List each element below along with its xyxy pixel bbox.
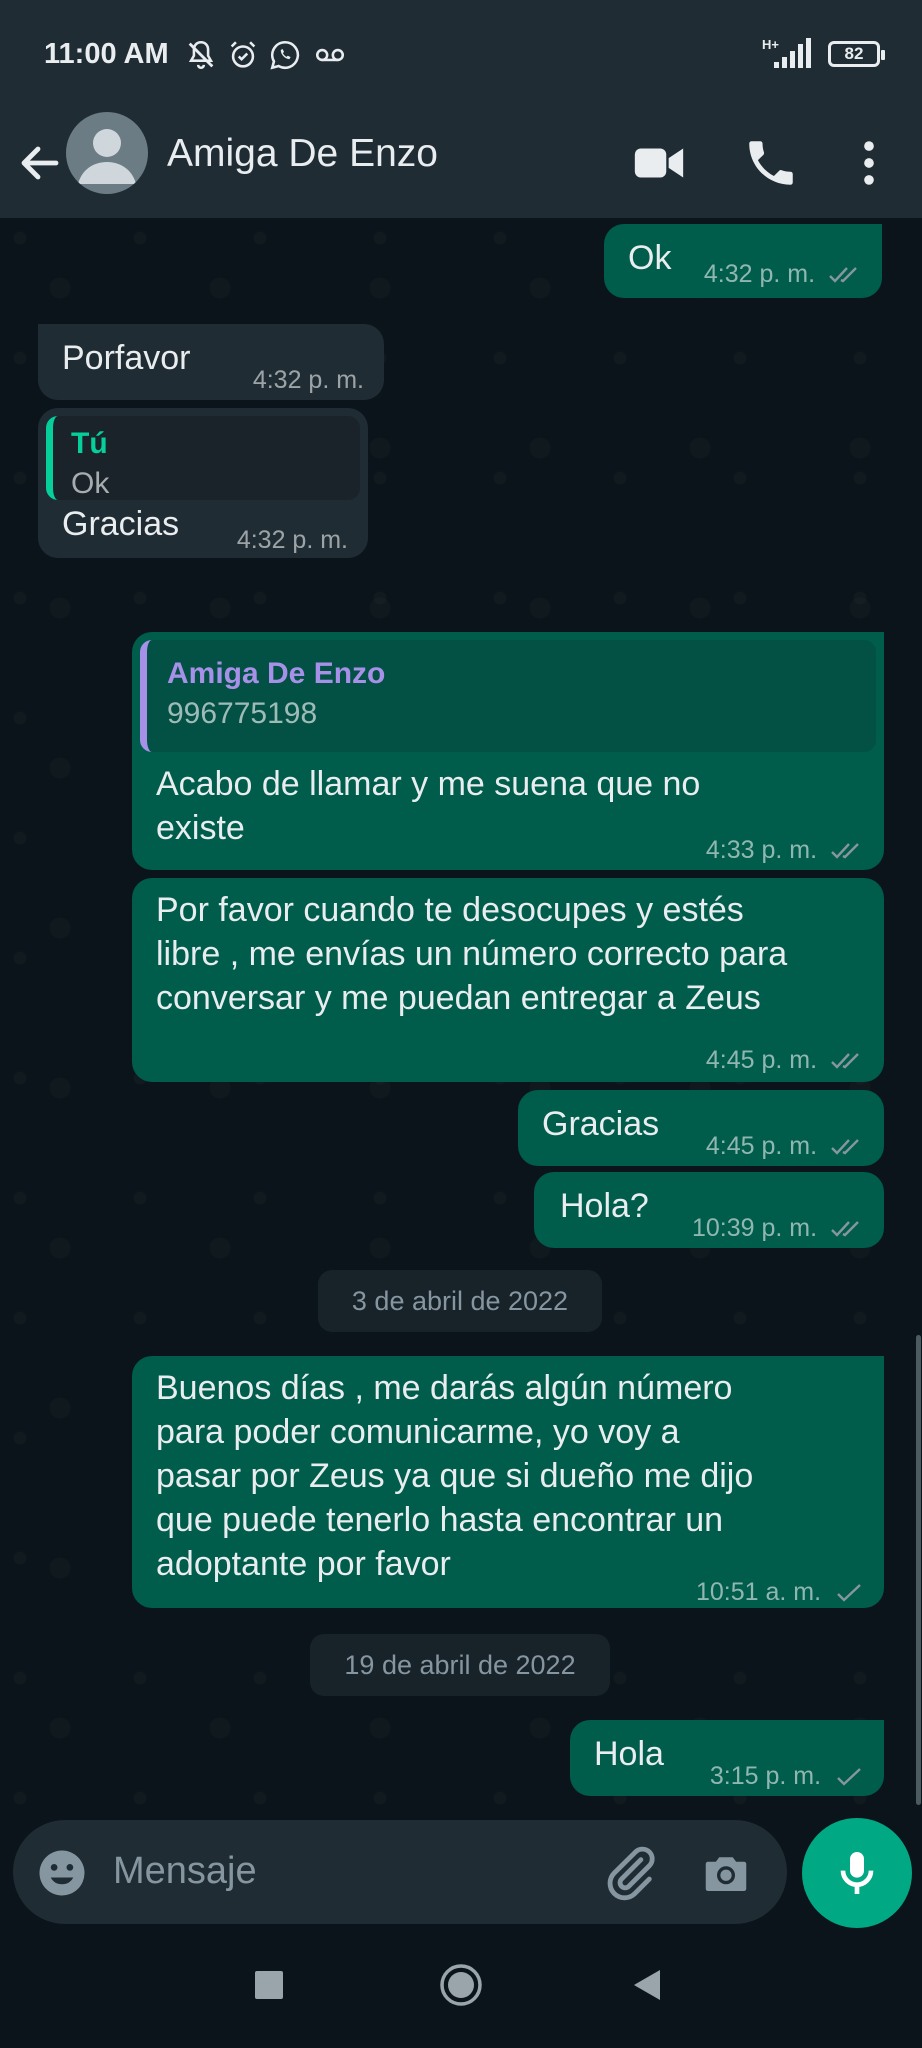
network-label: H+ — [762, 37, 779, 52]
message-input[interactable]: Mensaje — [113, 1850, 257, 1893]
message-outgoing[interactable]: Gracias 4:45 p. m. — [518, 1090, 884, 1166]
system-navigation-bar — [0, 1940, 922, 2048]
message-text: Buenos días , me darás algún número para… — [156, 1366, 753, 1586]
read-ticks-icon — [831, 1139, 859, 1156]
chat-area[interactable]: Ok 4:32 p. m. Porfavor 4:32 p. m. Tú Ok … — [0, 218, 922, 1818]
message-line: libre , me envías un número correcto par… — [156, 935, 788, 973]
quoted-message[interactable]: Amiga De Enzo 996775198 — [140, 640, 876, 752]
message-text: Hola? — [560, 1187, 649, 1225]
message-line: que puede tenerlo hasta encontrar un — [156, 1501, 724, 1539]
message-composer[interactable]: Mensaje — [13, 1820, 787, 1924]
battery-icon: 82 — [828, 41, 885, 67]
message-outgoing[interactable]: Hola 3:15 p. m. — [570, 1720, 884, 1796]
message-meta: 4:32 p. m. — [704, 252, 862, 296]
message-text: Hola — [594, 1735, 664, 1773]
back-triangle-icon[interactable] — [630, 1968, 664, 2002]
message-meta: 10:51 a. m. — [696, 1570, 864, 1614]
message-line: para poder comunicarme, yo voy a — [156, 1413, 680, 1451]
signal-icon: H+ — [762, 36, 812, 75]
chat-header: Amiga De Enzo — [0, 110, 922, 218]
message-outgoing[interactable]: Buenos días , me darás algún número para… — [132, 1356, 884, 1608]
message-time: 4:32 p. m. — [236, 526, 348, 554]
chat-scrollbar[interactable] — [916, 1335, 921, 1805]
message-outgoing[interactable]: Por favor cuando te desocupes y estés li… — [132, 878, 884, 1082]
quote-author: Amiga De Enzo — [167, 657, 386, 690]
avatar[interactable] — [66, 112, 148, 194]
attach-icon[interactable] — [601, 1844, 659, 1902]
message-time: 4:45 p. m. — [705, 1132, 818, 1160]
sent-tick-icon — [837, 1768, 861, 1787]
quote-author: Tú — [71, 427, 108, 460]
camera-icon[interactable] — [699, 1846, 753, 1900]
status-bar: 11:00 AM H+ 82 — [0, 0, 922, 110]
message-text: Gracias — [62, 505, 180, 543]
voicemail-icon — [315, 48, 345, 62]
message-time: 4:32 p. m. — [703, 260, 816, 288]
message-line: conversar y me puedan entregar a Zeus — [156, 979, 761, 1017]
battery-level: 82 — [844, 44, 864, 63]
message-incoming-reply[interactable]: Tú Ok Gracias 4:32 p. m. — [38, 408, 368, 558]
message-outgoing[interactable]: Ok 4:32 p. m. — [604, 224, 882, 298]
status-time: 11:00 AM — [44, 38, 169, 70]
read-ticks-icon — [831, 1053, 859, 1070]
emoji-icon[interactable] — [35, 1846, 89, 1900]
message-line: Buenos días , me darás algún número — [156, 1369, 733, 1407]
read-ticks-icon — [831, 1221, 859, 1238]
message-line: Por favor cuando te desocupes y estés — [156, 891, 744, 929]
back-arrow-icon[interactable] — [16, 134, 64, 192]
message-meta: 10:39 p. m. — [692, 1206, 864, 1250]
voice-call-icon[interactable] — [742, 134, 800, 192]
video-call-icon[interactable] — [630, 134, 688, 192]
date-separator: 3 de abril de 2022 — [318, 1270, 602, 1332]
message-time: 10:51 a. m. — [695, 1578, 822, 1606]
more-options-icon[interactable] — [840, 134, 898, 192]
alarm-icon — [230, 41, 256, 68]
contact-name[interactable]: Amiga De Enzo — [167, 132, 438, 176]
message-outgoing-reply[interactable]: Amiga De Enzo 996775198 Acabo de llamar … — [132, 632, 884, 870]
quote-text: 996775198 — [167, 697, 318, 730]
message-text: Porfavor — [62, 339, 191, 377]
read-ticks-icon — [829, 267, 857, 284]
sent-tick-icon — [837, 1584, 861, 1603]
default-avatar-icon — [78, 129, 136, 184]
read-ticks-icon — [831, 843, 859, 860]
message-time: 4:32 p. m. — [252, 366, 364, 394]
message-meta: 4:33 p. m. — [706, 828, 864, 872]
message-text: Ok — [628, 239, 672, 277]
date-separator: 19 de abril de 2022 — [310, 1634, 610, 1696]
quoted-message[interactable]: Tú Ok — [46, 416, 360, 500]
message-time: 4:33 p. m. — [705, 836, 818, 864]
message-time: 4:45 p. m. — [705, 1046, 818, 1074]
home-circle-icon[interactable] — [438, 1962, 484, 2008]
muted-notification-icon — [188, 40, 214, 69]
message-line: existe — [156, 809, 245, 847]
message-text: Por favor cuando te desocupes y estés li… — [156, 888, 787, 1020]
quote-text: Ok — [71, 467, 110, 500]
message-time: 10:39 p. m. — [691, 1214, 818, 1242]
message-line: Acabo de llamar y me suena que no — [156, 765, 701, 803]
recents-square-icon[interactable] — [254, 1970, 284, 2000]
message-line: adoptante por favor — [156, 1545, 451, 1583]
message-time: 3:15 p. m. — [709, 1762, 822, 1790]
whatsapp-icon — [270, 40, 300, 70]
message-meta: 4:45 p. m. — [706, 1124, 864, 1168]
message-outgoing[interactable]: Hola? 10:39 p. m. — [534, 1172, 884, 1248]
message-meta: 4:45 p. m. — [706, 1038, 864, 1082]
message-meta: 3:15 p. m. — [710, 1754, 864, 1798]
message-text: Gracias — [542, 1105, 660, 1143]
message-incoming[interactable]: Porfavor 4:32 p. m. — [38, 324, 384, 400]
mic-button[interactable] — [802, 1818, 912, 1928]
mic-icon — [840, 1852, 874, 1894]
message-line: pasar por Zeus ya que si dueño me dijo — [156, 1457, 754, 1495]
message-text: Acabo de llamar y me suena que no existe — [156, 762, 700, 850]
